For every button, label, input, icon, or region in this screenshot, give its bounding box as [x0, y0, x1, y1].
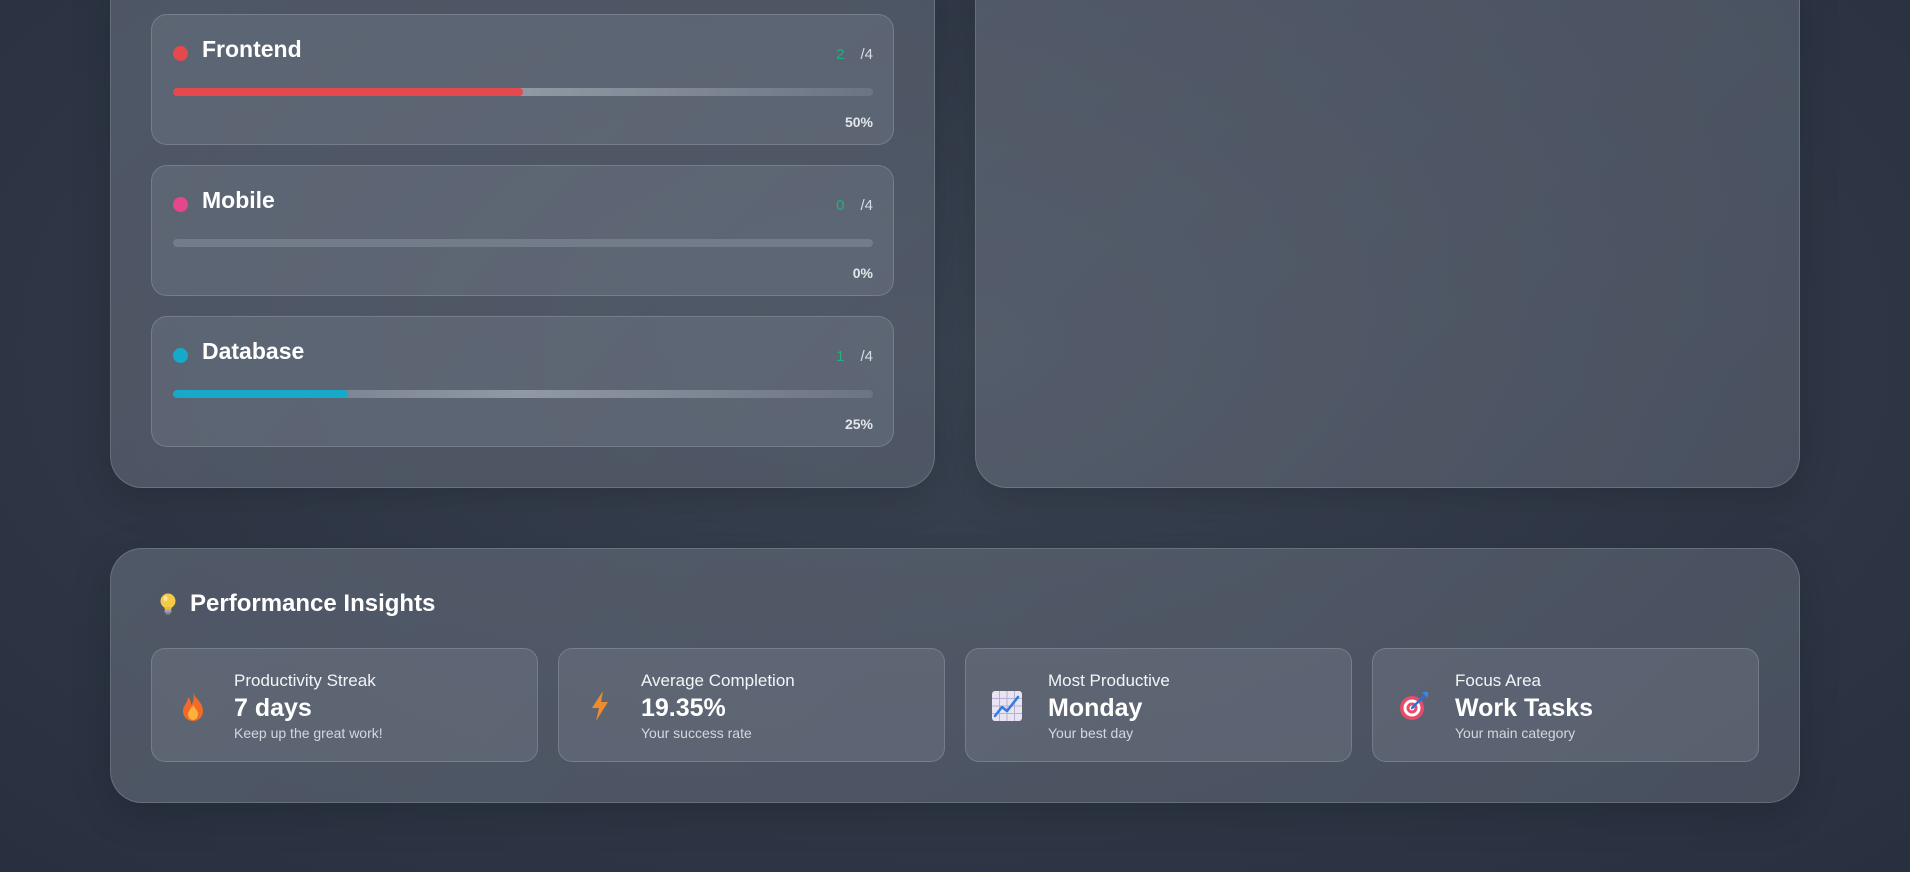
- category-name: Frontend: [202, 36, 302, 62]
- stat-card-average-completion: Average Completion 19.35% Your success r…: [558, 648, 945, 762]
- category-progress-bar: [173, 390, 873, 398]
- stat-subtitle: Keep up the great work!: [234, 725, 383, 741]
- category-card-frontend: Frontend 2/4 50%: [151, 14, 894, 145]
- category-task-count: 1/4: [836, 348, 873, 365]
- category-done-count: 0: [836, 197, 845, 214]
- category-total-count: /4: [860, 46, 873, 63]
- stat-label: Focus Area: [1455, 671, 1541, 690]
- fire-icon: [176, 689, 210, 723]
- stat-card-focus-area: Focus Area Work Tasks Your main category: [1372, 648, 1759, 762]
- category-percent: 0%: [852, 265, 873, 281]
- category-color-dot: [173, 197, 188, 212]
- category-percent: 50%: [844, 114, 873, 130]
- category-percent: 25%: [844, 416, 873, 432]
- category-done-count: 1: [836, 348, 845, 365]
- category-color-dot: [173, 46, 188, 61]
- stat-value: 19.35%: [641, 694, 726, 722]
- category-progress-bar: [173, 88, 873, 96]
- category-card-database: Database 1/4 25%: [151, 316, 894, 447]
- stat-label: Most Productive: [1048, 671, 1170, 690]
- insights-title-text: Performance Insights: [190, 590, 436, 617]
- stat-label: Productivity Streak: [234, 671, 376, 690]
- category-progress-fill: [173, 390, 348, 398]
- stat-label: Average Completion: [641, 671, 795, 690]
- category-progress-bar: [173, 239, 873, 247]
- stat-value: Work Tasks: [1455, 694, 1594, 722]
- insights-title: Performance Insights: [158, 590, 435, 618]
- stat-subtitle: Your success rate: [641, 725, 752, 741]
- stat-subtitle: Your main category: [1455, 725, 1576, 741]
- category-color-dot: [173, 348, 188, 363]
- category-name: Database: [202, 338, 305, 364]
- category-done-count: 2: [836, 46, 845, 63]
- chart-increasing-icon: [990, 689, 1024, 723]
- category-card-mobile: Mobile 0/4 0%: [151, 165, 894, 296]
- stat-card-productivity-streak: Productivity Streak 7 days Keep up the g…: [151, 648, 538, 762]
- category-progress-fill: [173, 88, 523, 96]
- stat-card-most-productive: Most Productive Monday Your best day: [965, 648, 1352, 762]
- category-task-count: 2/4: [836, 46, 873, 63]
- stat-value: Monday: [1048, 694, 1143, 722]
- category-task-count: 0/4: [836, 197, 873, 214]
- lightbulb-icon: [158, 592, 178, 616]
- chart-panel: [975, 0, 1800, 488]
- lightning-icon: [583, 689, 617, 723]
- category-total-count: /4: [860, 197, 873, 214]
- category-total-count: /4: [860, 348, 873, 365]
- stat-value: 7 days: [234, 694, 312, 722]
- target-icon: [1397, 689, 1431, 723]
- stat-subtitle: Your best day: [1048, 725, 1134, 741]
- category-name: Mobile: [202, 187, 275, 213]
